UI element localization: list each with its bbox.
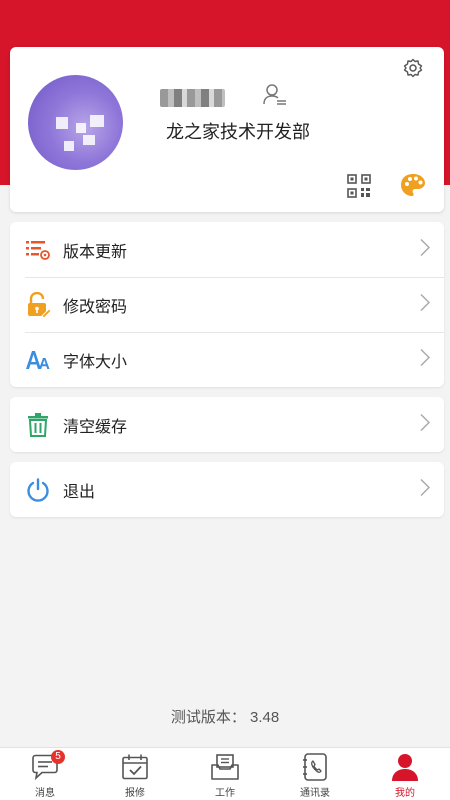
tab-label: 消息 [35, 788, 55, 799]
palette-icon[interactable] [400, 173, 426, 202]
tab-mine[interactable]: 我的 [360, 748, 450, 800]
menu-item-change-password[interactable]: 修改密码 [10, 277, 444, 332]
menu-item-logout[interactable]: 退出 [10, 462, 444, 517]
user-edit-icon[interactable] [262, 83, 288, 112]
list-settings-icon [25, 237, 51, 263]
menu-label: 清空缓存 [63, 418, 128, 436]
menu-item-version-update[interactable]: 版本更新 [10, 222, 444, 277]
tab-messages[interactable]: 5 消息 [0, 748, 90, 800]
inbox-icon [210, 753, 240, 781]
menu-item-clear-cache[interactable]: 清空缓存 [10, 397, 444, 452]
trash-icon [25, 412, 51, 438]
tab-label: 我的 [395, 788, 415, 799]
menu-label: 修改密码 [63, 298, 128, 316]
menu-label: 字体大小 [63, 353, 128, 371]
qr-code-icon[interactable] [347, 174, 371, 203]
calendar-check-icon [120, 753, 150, 781]
bottom-tab-bar: 5 消息 报修 工作 通讯录 我的 [0, 747, 450, 800]
tab-work[interactable]: 工作 [180, 748, 270, 800]
menu-item-font-size[interactable]: 字体大小 [10, 332, 444, 387]
chevron-right-icon [420, 348, 431, 371]
menu-label: 退出 [63, 483, 96, 501]
contacts-book-icon [300, 753, 330, 781]
font-size-icon [25, 347, 51, 373]
profile-card: 龙之家技术开发部 [10, 47, 444, 212]
chevron-right-icon [420, 238, 431, 261]
tab-repair[interactable]: 报修 [90, 748, 180, 800]
tab-label: 工作 [215, 788, 235, 799]
user-name-blurred [160, 89, 225, 107]
power-icon [25, 477, 51, 503]
chevron-right-icon [420, 478, 431, 501]
department-name: 龙之家技术开发部 [166, 122, 310, 142]
tab-label: 通讯录 [300, 788, 330, 799]
logout-menu-group: 退出 [10, 462, 444, 517]
chevron-right-icon [420, 293, 431, 316]
gear-icon[interactable] [403, 58, 423, 83]
unread-badge: 5 [51, 750, 65, 764]
chevron-right-icon [420, 413, 431, 436]
cache-menu-group: 清空缓存 [10, 397, 444, 452]
menu-label: 版本更新 [63, 243, 128, 261]
user-icon [390, 753, 420, 781]
tab-contacts[interactable]: 通讯录 [270, 748, 360, 800]
lock-edit-icon [25, 291, 51, 318]
tab-label: 报修 [125, 788, 145, 799]
avatar[interactable] [28, 75, 123, 170]
version-text: 测试版本： 3.48 [170, 709, 280, 726]
settings-menu-group: 版本更新 修改密码 字体大小 [10, 222, 444, 387]
